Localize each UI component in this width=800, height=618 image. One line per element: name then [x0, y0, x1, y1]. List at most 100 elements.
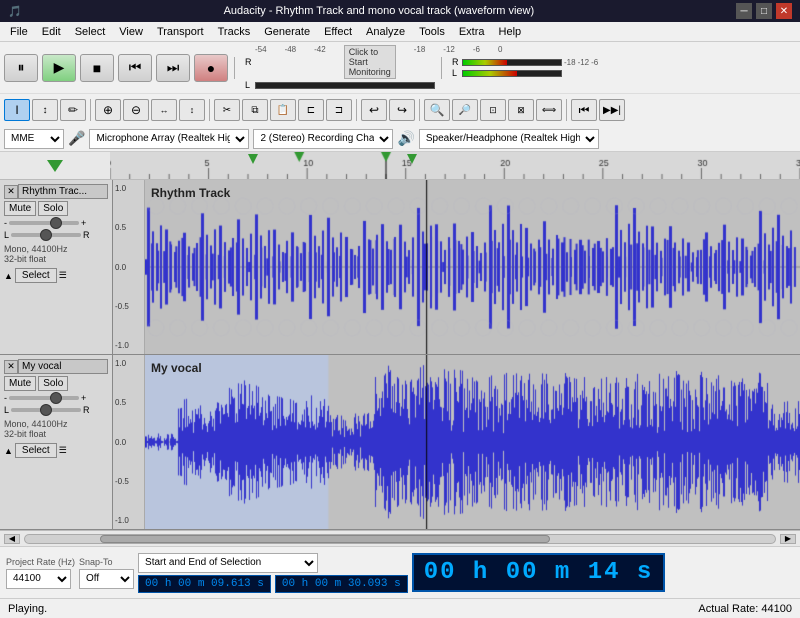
rhythm-track-name-btn[interactable]: Rhythm Trac... [18, 184, 108, 199]
fit-project-tool[interactable]: ↔ [151, 99, 177, 121]
window-title: Audacity - Rhythm Track and mono vocal t… [22, 5, 736, 17]
vocal-track-header: ✕ My vocal [4, 359, 108, 374]
speaker-icon: 🔊 [397, 130, 414, 147]
menu-help[interactable]: Help [493, 24, 528, 40]
r-label: R [245, 57, 253, 67]
vocal-waveform-area[interactable]: 1.0 0.5 0.0 -0.5 -1.0 My vocal [113, 355, 800, 529]
rhythm-select-button[interactable]: Select [15, 268, 57, 283]
playback-level-fill-r [463, 60, 507, 65]
bottom-bar: Project Rate (Hz) 44100 Snap-To Off Star… [0, 546, 800, 598]
vocal-solo-button[interactable]: Solo [38, 376, 68, 391]
scroll-right-button[interactable]: ▶ [780, 534, 796, 544]
menu-effect[interactable]: Effect [318, 24, 358, 40]
cut-tool[interactable]: ✂ [214, 99, 240, 121]
timeline-ruler [0, 152, 800, 180]
rhythm-audio-up[interactable]: ▲ [4, 271, 13, 281]
pause-button[interactable]: ⏸ [4, 54, 38, 82]
click-to-monitor[interactable]: Click to Start Monitoring [344, 45, 396, 79]
vocal-gain-control: - + [4, 393, 108, 403]
timeline-corner [0, 160, 110, 172]
menu-tracks[interactable]: Tracks [212, 24, 257, 40]
menu-generate[interactable]: Generate [258, 24, 316, 40]
sep-edit [356, 99, 357, 121]
rhythm-gain-slider[interactable] [9, 221, 79, 225]
menu-transport[interactable]: Transport [151, 24, 210, 40]
mic-select[interactable]: Microphone Array (Realtek High [89, 129, 249, 149]
redo-button[interactable]: ↪ [389, 99, 415, 121]
zoom-in-button[interactable]: 🔍 [424, 99, 450, 121]
copy-tool[interactable]: ⧉ [242, 99, 268, 121]
zoom-sel-button[interactable]: ⊡ [480, 99, 506, 121]
time-codes: 00 h 00 m 09.613 s 00 h 00 m 30.093 s [138, 575, 408, 593]
menu-tools[interactable]: Tools [413, 24, 451, 40]
h-scrollbar[interactable] [24, 534, 776, 544]
menu-file[interactable]: File [4, 24, 34, 40]
vocal-menu-icon[interactable]: ☰ [59, 445, 67, 456]
envelope-tool[interactable]: ↕ [32, 99, 58, 121]
zoom-out-button[interactable]: 🔎 [452, 99, 478, 121]
vocal-mute-button[interactable]: Mute [4, 376, 36, 391]
zoom-tool[interactable]: ⊕ [95, 99, 121, 121]
vocal-track-controls: ✕ My vocal Mute Solo - + L R Mono, 44100… [0, 355, 113, 529]
h-scrollbar-thumb[interactable] [100, 535, 550, 543]
rhythm-pan-slider[interactable] [11, 233, 81, 237]
rhythm-pan-control: L R [4, 230, 108, 240]
undo-button[interactable]: ↩ [361, 99, 387, 121]
selection-format-select[interactable]: Start and End of Selection [138, 553, 318, 573]
snap-to-select[interactable]: Off [79, 569, 134, 589]
vocal-track-close[interactable]: ✕ [4, 360, 18, 374]
vocal-select-area: ▲ Select ☰ [4, 443, 108, 458]
record-button[interactable]: ● [194, 54, 228, 82]
scroll-left-button[interactable]: ◀ [4, 534, 20, 544]
vocal-track-name-btn[interactable]: My vocal [18, 359, 108, 374]
host-select[interactable]: MME [4, 129, 64, 149]
vocal-audio-up[interactable]: ▲ [4, 446, 13, 456]
zoom-full-button[interactable]: ⊠ [508, 99, 534, 121]
close-button[interactable]: ✕ [776, 3, 792, 19]
ruler-track[interactable] [110, 152, 800, 179]
stop-button[interactable]: ■ [80, 54, 114, 82]
vocal-gain-slider[interactable] [9, 396, 79, 400]
vocal-select-button[interactable]: Select [15, 443, 57, 458]
window-controls: ─ □ ✕ [736, 3, 792, 19]
fit-tracks-tool[interactable]: ↕ [179, 99, 205, 121]
paste-tool[interactable]: 📋 [270, 99, 296, 121]
menu-extra[interactable]: Extra [453, 24, 491, 40]
rhythm-track: ✕ Rhythm Trac... Mute Solo - + L R Mono,… [0, 180, 800, 355]
skip-back-button[interactable]: ⏮ [118, 54, 152, 82]
selection-tool[interactable]: I [4, 99, 30, 121]
menu-select[interactable]: Select [69, 24, 112, 40]
rhythm-mute-button[interactable]: Mute [4, 201, 36, 216]
trim-tool[interactable]: ⊏ [298, 99, 324, 121]
rhythm-solo-button[interactable]: Solo [38, 201, 68, 216]
playhead-marker[interactable] [407, 154, 417, 164]
play-button[interactable]: ▶ [42, 54, 76, 82]
maximize-button[interactable]: □ [756, 3, 772, 19]
vocal-y-axis: 1.0 0.5 0.0 -0.5 -1.0 [113, 355, 145, 529]
draw-tool[interactable]: ✏ [60, 99, 86, 121]
project-rate-select[interactable]: 44100 [6, 569, 71, 589]
menu-analyze[interactable]: Analyze [360, 24, 411, 40]
playback-start-marker[interactable] [47, 160, 63, 172]
vocal-pan-control: L R [4, 405, 108, 415]
minimize-button[interactable]: ─ [736, 3, 752, 19]
skip-begin-btn2[interactable]: ⏮ [571, 99, 597, 121]
vocal-pan-slider[interactable] [11, 408, 81, 412]
rhythm-track-header: ✕ Rhythm Trac... [4, 184, 108, 199]
menu-edit[interactable]: Edit [36, 24, 67, 40]
menu-view[interactable]: View [113, 24, 149, 40]
vocal-pan-l: L [4, 405, 9, 415]
zoom-width-button[interactable]: ⟺ [536, 99, 562, 121]
channel-select[interactable]: 2 (Stereo) Recording Chann... [253, 129, 393, 149]
speaker-select[interactable]: Speaker/Headphone (Realtek High [419, 129, 599, 149]
project-rate-label: Project Rate (Hz) [6, 557, 75, 567]
skip-fwd-button[interactable]: ⏭ [156, 54, 190, 82]
selection-start-marker[interactable] [248, 154, 258, 164]
zoom-out-tool[interactable]: ⊖ [123, 99, 149, 121]
skip-end-btn2[interactable]: ▶▶| [599, 99, 625, 121]
silence-tool[interactable]: ⊐ [326, 99, 352, 121]
vocal-gain-minus: - [4, 393, 7, 403]
rhythm-waveform-area[interactable]: 1.0 0.5 0.0 -0.5 -1.0 Rhythm Track [113, 180, 800, 354]
rhythm-menu-icon[interactable]: ☰ [59, 270, 67, 281]
rhythm-track-close[interactable]: ✕ [4, 185, 18, 199]
